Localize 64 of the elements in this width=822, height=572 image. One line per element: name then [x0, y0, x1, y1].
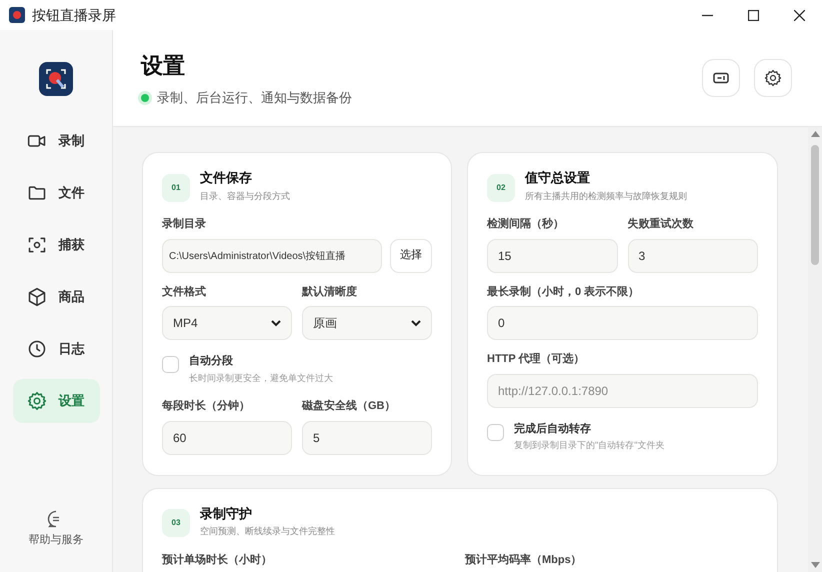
close-icon [794, 10, 804, 20]
section-number: 02 [487, 174, 515, 202]
checkbox-label: 自动分段 [189, 354, 234, 369]
scrollbar[interactable] [808, 127, 822, 572]
input-field[interactable]: 15 [487, 238, 618, 272]
scrollbar-thumb[interactable] [811, 145, 819, 265]
dropdown[interactable]: MP4 [162, 306, 292, 340]
settings-icon [26, 391, 46, 411]
field-label: 失败重试次数 [628, 216, 694, 232]
field-label: HTTP 代理（可选） [487, 352, 586, 367]
section-subtitle: 空间预测、断线续录与文件完整性 [200, 525, 335, 538]
field-label: 预计单场时长（小时） [162, 552, 273, 568]
page-subtitle: 录制、后台运行、通知与数据备份 [157, 88, 352, 107]
input-field[interactable]: 5 [302, 420, 432, 454]
section-title: 值守总设置 [525, 169, 591, 187]
section-number: 03 [162, 509, 190, 537]
panel-button[interactable] [702, 59, 740, 97]
cube-icon [26, 287, 46, 307]
clock-icon [26, 339, 46, 359]
field-label: 每段时长（分钟） [162, 398, 251, 414]
app-logo [39, 62, 73, 96]
section-subtitle: 目录、容器与分段方式 [200, 190, 290, 202]
hint-text: 长时间录制更安全，避免单文件过大 [189, 372, 333, 384]
sidebar-item[interactable]: 录制 [12, 119, 100, 163]
field-label: 默认清晰度 [302, 284, 358, 300]
checkbox[interactable] [162, 356, 179, 373]
field-label: 最长录制（小时，0 表示不限） [487, 284, 640, 300]
input-field[interactable]: http://127.0.0.1:7890 [487, 374, 758, 408]
page-title: 设置 [141, 52, 186, 80]
checkbox[interactable] [487, 424, 504, 440]
hint-text: 复制到录制目录下的"自动转存"文件夹 [514, 439, 664, 452]
app-icon [9, 7, 25, 23]
input-field[interactable]: 3 [628, 238, 758, 272]
scroll-up-icon[interactable] [810, 131, 820, 137]
settings-button[interactable] [754, 59, 792, 97]
sidebar-item[interactable]: 日志 [12, 327, 100, 371]
field-label: 预计平均码率（Mbps） [465, 552, 583, 568]
section-number: 01 [162, 174, 190, 202]
field-label: 检测间隔（秒） [487, 216, 565, 232]
sidebar-item[interactable]: 设置 [12, 379, 100, 423]
input-field[interactable]: 0 [487, 306, 758, 340]
field-label: 录制目录 [162, 216, 207, 232]
help-link[interactable]: 帮助与服务 [28, 532, 84, 548]
scroll-down-icon[interactable] [810, 562, 820, 568]
choose-button[interactable]: 选择 [390, 238, 432, 272]
window-title: 按钮直播录屏 [32, 6, 116, 24]
checkbox-label: 完成后自动转存 [514, 422, 592, 436]
section-title: 录制守护 [200, 504, 253, 522]
section-subtitle: 所有主播共用的检测频率与故障恢复规则 [525, 190, 687, 202]
directory-field[interactable]: C:\Users\Administrator\Videos\按钮直播 [162, 238, 382, 272]
sidebar-item[interactable]: 商品 [12, 275, 100, 319]
input-field[interactable]: 60 [162, 420, 292, 454]
settings-icon [764, 69, 782, 87]
chevron-down-icon [271, 320, 281, 326]
dropdown[interactable]: 原画 [302, 306, 432, 340]
capture-frame-icon [26, 235, 46, 255]
maximize-icon [748, 10, 758, 20]
section-title: 文件保存 [200, 169, 253, 187]
toggle-icon [713, 72, 729, 84]
field-label: 文件格式 [162, 284, 207, 300]
field-label: 磁盘安全线（GB） [302, 398, 396, 414]
sidebar-item[interactable]: 捕获 [12, 223, 100, 267]
chevron-down-icon [411, 320, 421, 326]
sidebar-item[interactable]: 文件 [12, 171, 100, 215]
